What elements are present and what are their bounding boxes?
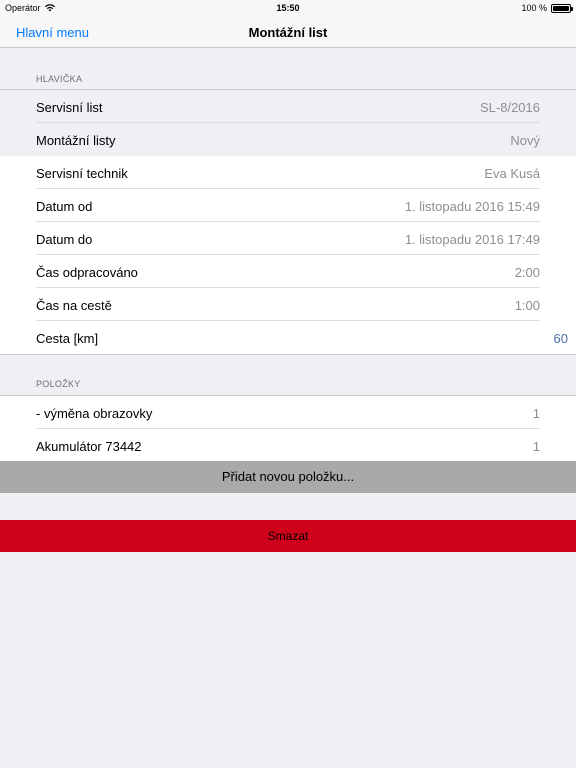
row-value: Eva Kusá	[484, 166, 540, 181]
row-label: Datum od	[36, 199, 93, 214]
row-value: 1. listopadu 2016 15:49	[404, 199, 540, 214]
delete-button[interactable]: Smazat	[0, 520, 576, 552]
list-item[interactable]: - výměna obrazovky 1	[0, 396, 576, 429]
km-input[interactable]: 60	[554, 331, 568, 346]
section-header-polozky: POLOŽKY	[36, 379, 81, 389]
items-table: - výměna obrazovky 1 Akumulátor 73442 1	[0, 395, 576, 462]
row-montazni-listy[interactable]: Montážní listy Nový	[0, 123, 576, 156]
row-label: Datum do	[36, 232, 93, 247]
row-value: 1. listopadu 2016 17:49	[404, 232, 540, 247]
page-title: Montážní list	[248, 25, 328, 40]
status-time: 15:50	[276, 3, 300, 13]
row-value: SL-8/2016	[480, 100, 540, 115]
row-value: Nový	[510, 133, 540, 148]
item-label: Akumulátor 73442	[36, 439, 142, 454]
row-value: 2:00	[514, 265, 540, 280]
item-quantity: 1	[532, 439, 540, 454]
row-servisni-list[interactable]: Servisní list SL-8/2016	[0, 90, 576, 123]
row-value: 1:00	[514, 298, 540, 313]
battery-icon	[551, 3, 573, 13]
add-item-button[interactable]: Přidat novou položku...	[0, 461, 576, 493]
row-servisni-technik[interactable]: Servisní technik Eva Kusá	[0, 156, 576, 189]
battery-percent: 100 %	[521, 3, 547, 13]
row-label: Servisní technik	[36, 166, 128, 181]
status-right: 100 %	[521, 3, 573, 13]
row-label: Čas na cestě	[36, 298, 112, 313]
row-label: Čas odpracováno	[36, 265, 138, 280]
row-label: Montážní listy	[36, 133, 116, 148]
row-label: Servisní list	[36, 100, 103, 115]
list-item[interactable]: Akumulátor 73442 1	[0, 429, 576, 462]
row-cas-odpracovano[interactable]: Čas odpracováno 2:00	[0, 255, 576, 288]
row-cas-na-ceste[interactable]: Čas na cestě 1:00	[0, 288, 576, 321]
status-bar: Operátor 15:50 100 %	[0, 0, 576, 16]
item-label: - výměna obrazovky	[36, 406, 153, 421]
nav-bar: Hlavní menu Montážní list	[0, 16, 576, 48]
battery-fill	[553, 5, 569, 11]
row-label: Cesta [km]	[36, 331, 99, 346]
row-datum-od[interactable]: Datum od 1. listopadu 2016 15:49	[0, 189, 576, 222]
row-datum-do[interactable]: Datum do 1. listopadu 2016 17:49	[0, 222, 576, 255]
item-quantity: 1	[532, 406, 540, 421]
section-header-hlavicka: HLAVIČKA	[36, 74, 83, 84]
header-table: Servisní list SL-8/2016 Montážní listy N…	[0, 89, 576, 355]
row-cesta-km[interactable]: Cesta [km] 60	[0, 321, 576, 354]
